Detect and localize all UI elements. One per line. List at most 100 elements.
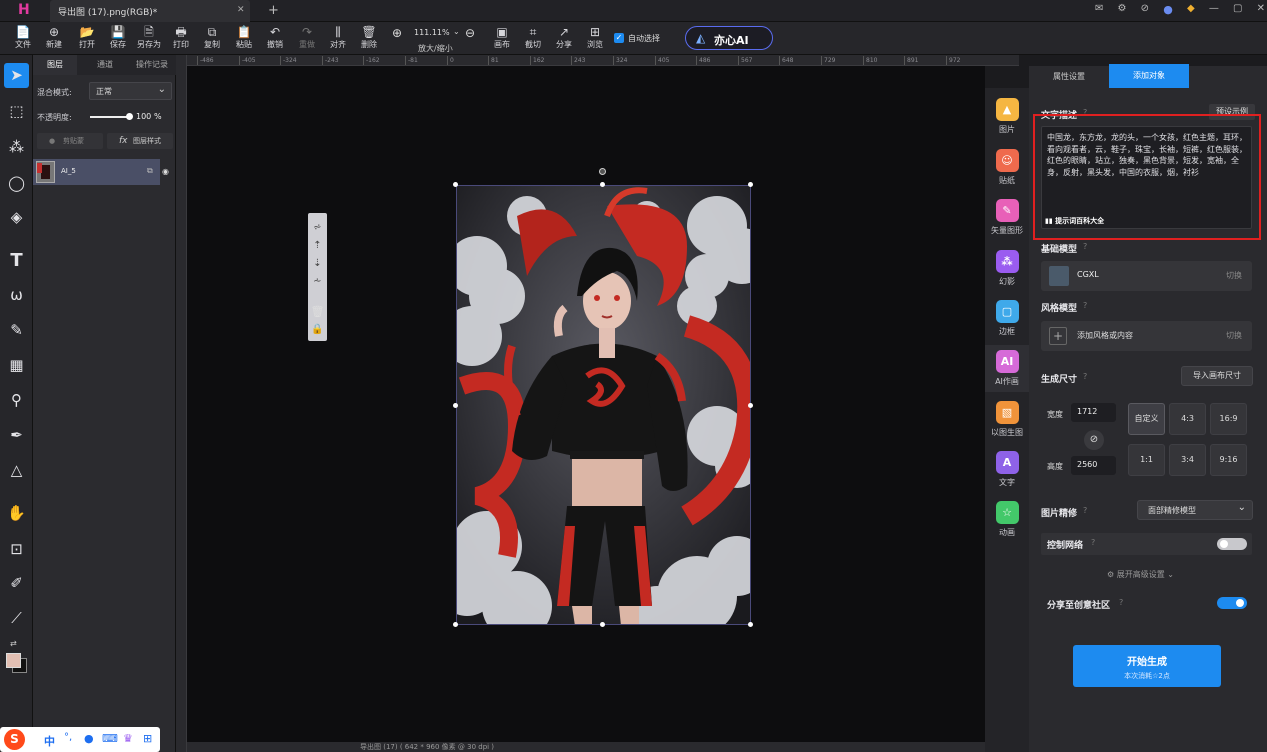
canvas-image[interactable] [456, 185, 751, 625]
print-button[interactable]: 🖶 打印 [166, 25, 196, 53]
transform-handle-bm[interactable] [600, 622, 605, 627]
marquee-tool-icon[interactable]: ⬚ [4, 99, 29, 124]
blend-mode-select[interactable]: 正常 ⌄ [89, 82, 172, 100]
tab-properties[interactable]: 属性设置 [1029, 66, 1109, 88]
transform-handle-ml[interactable] [453, 403, 458, 408]
send-to-back-icon[interactable]: ⩪ [308, 273, 327, 291]
shape-tool-icon[interactable]: △ [4, 458, 29, 483]
browse-button[interactable]: ⊞ 浏览 [580, 25, 610, 53]
zoom-value[interactable]: 111.11% [414, 28, 450, 37]
open-button[interactable]: 📂 打开 [72, 25, 102, 53]
compass-icon[interactable]: ⊘ [1141, 3, 1149, 19]
style-model-switch[interactable]: 切换 [1226, 330, 1242, 341]
bring-to-front-icon[interactable]: ⩫ [308, 219, 327, 237]
refine-help-icon[interactable]: ? [1083, 506, 1087, 515]
move-tool[interactable]: ➤ [4, 63, 29, 88]
link-ratio-icon[interactable]: ⊘ [1084, 430, 1104, 450]
sidebar-item-img2img[interactable]: ▧ 以图生图 [985, 401, 1029, 438]
minimize-icon[interactable]: — [1209, 3, 1219, 19]
maximize-icon[interactable]: ▢ [1233, 3, 1242, 19]
lasso-icon[interactable]: ◯ [4, 171, 29, 196]
pen-brush-icon[interactable]: ω [4, 283, 29, 308]
ratio-custom-button[interactable]: 自定义 [1128, 403, 1165, 435]
sidebar-item-image[interactable]: ▲ 图片 [985, 98, 1029, 135]
generate-button[interactable]: 开始生成 本次消耗☆2点 [1073, 645, 1221, 687]
microphone-icon[interactable]: ● [84, 732, 94, 745]
swap-colors-icon[interactable]: ⇄ [10, 639, 17, 648]
crop-tool-icon[interactable]: ⊡ [4, 537, 29, 562]
text-tool-icon[interactable]: T [4, 248, 29, 273]
vip-diamond-icon[interactable]: ◆ [1187, 3, 1195, 19]
ratio-3-4-button[interactable]: 3:4 [1169, 444, 1206, 476]
close-window-icon[interactable]: ✕ [1257, 3, 1265, 19]
user-avatar-icon[interactable]: ● [1163, 3, 1173, 19]
style-model-selector[interactable]: + 添加风格或内容 切换 [1041, 321, 1252, 351]
transform-handle-mr[interactable] [748, 403, 753, 408]
delete-button[interactable]: 🗑 删除 [354, 25, 384, 53]
align-button[interactable]: ⫼ 对齐 [323, 25, 353, 53]
punctuation-icon[interactable]: °, [64, 732, 72, 743]
ai-logo-button[interactable]: ◭ 亦心AI [685, 26, 773, 50]
zoom-out-icon[interactable]: ⊖ [465, 26, 475, 40]
sidebar-item-border[interactable]: ▢ 边框 [985, 300, 1029, 337]
auto-select-checkbox[interactable]: ✓ [614, 33, 624, 43]
sidebar-item-text[interactable]: A 文字 [985, 451, 1029, 488]
lock-layer-icon[interactable]: 🔒 [310, 324, 325, 335]
base-model-selector[interactable]: CGXL 切换 [1041, 261, 1252, 291]
save-button[interactable]: 💾 保存 [103, 25, 133, 53]
layer-lock-icon[interactable]: ⧉ [147, 166, 153, 176]
controlnet-toggle[interactable] [1217, 538, 1247, 550]
opacity-value[interactable]: 100 [136, 112, 151, 121]
sidebar-item-sticker[interactable]: ☺ 贴纸 [985, 149, 1029, 186]
mail-icon[interactable]: ✉ [1095, 3, 1103, 19]
canvas-area[interactable]: ⩫ ⇡ ⇣ ⩪ 🗑 🔒 [187, 66, 985, 742]
new-button[interactable]: ⊕ 新建 [39, 25, 69, 53]
opacity-slider-handle[interactable] [126, 113, 133, 120]
undo-button[interactable]: ↶ 撤销 [260, 25, 290, 53]
advanced-settings-toggle[interactable]: ⚙ 展开高级设置 ⌄ [1107, 569, 1174, 580]
redo-button[interactable]: ↷ 重做 [292, 25, 322, 53]
sidebar-item-phantom[interactable]: ⁂ 幻影 [985, 250, 1029, 287]
ratio-1-1-button[interactable]: 1:1 [1128, 444, 1165, 476]
import-canvas-size-button[interactable]: 导入画布尺寸 [1181, 366, 1253, 386]
smudge-icon[interactable]: ✐ [4, 571, 29, 596]
tab-close-icon[interactable]: ✕ [237, 5, 245, 15]
brush-icon[interactable]: ✎ [4, 318, 29, 343]
skin-icon[interactable]: ♛ [123, 732, 133, 745]
zoom-in-icon[interactable]: ⊕ [392, 26, 402, 40]
paste-button[interactable]: 📋 粘贴 [229, 25, 259, 53]
base-model-help-icon[interactable]: ? [1083, 242, 1087, 251]
refine-model-select[interactable]: 面部精修模型 ⌄ [1137, 500, 1253, 520]
prompt-textarea[interactable]: 中国龙，东方龙，龙的头，一个女孩，红色主题，耳环，看向观看者，云，鞋子，珠宝，长… [1041, 126, 1252, 229]
transform-handle-tr[interactable] [748, 182, 753, 187]
sidebar-item-vector[interactable]: ✎ 矢量图形 [985, 199, 1029, 236]
tab-add-object[interactable]: 添加对象 [1109, 64, 1189, 88]
crop-button[interactable]: ⌗ 截切 [518, 25, 548, 53]
delete-layer-icon[interactable]: 🗑 [310, 305, 325, 318]
ime-language[interactable]: 中 [44, 733, 55, 749]
magic-wand-icon[interactable]: ⁂ [4, 135, 29, 160]
eyedropper-icon[interactable]: ⟋ [4, 606, 29, 631]
sidebar-item-animation[interactable]: ☆ 动画 [985, 501, 1029, 538]
clip-mask-button[interactable]: ● 剪贴蒙 [37, 133, 103, 149]
ratio-9-16-button[interactable]: 9:16 [1210, 444, 1247, 476]
hand-tool-icon[interactable]: ✋ [4, 501, 29, 526]
layer-row[interactable]: AI_5 ⧉ [33, 159, 160, 185]
tab-layers[interactable]: 图层 [33, 55, 77, 75]
fill-bucket-icon[interactable]: ◈ [4, 205, 29, 230]
share-button[interactable]: ↗ 分享 [549, 25, 579, 53]
transform-handle-br[interactable] [748, 622, 753, 627]
tab-history[interactable]: 操作记录 [129, 55, 175, 75]
keyboard-icon[interactable]: ⌨ [102, 732, 118, 745]
tab-channels[interactable]: 通道 [83, 55, 127, 75]
style-model-help-icon[interactable]: ? [1083, 301, 1087, 310]
prompt-encyclopedia-button[interactable]: ▮▮ 提示词百科大全 [1045, 215, 1104, 227]
transform-handle-bl[interactable] [453, 622, 458, 627]
share-community-toggle[interactable] [1217, 597, 1247, 609]
copy-button[interactable]: ⧉ 复制 [197, 25, 227, 53]
layer-visibility-icon[interactable]: ◉ [162, 167, 169, 176]
eraser-icon[interactable]: ▦ [4, 353, 29, 378]
sidebar-item-ai-paint[interactable]: AI AI作画 [985, 345, 1029, 392]
ratio-16-9-button[interactable]: 16:9 [1210, 403, 1247, 435]
width-input[interactable]: 1712 [1071, 403, 1116, 422]
